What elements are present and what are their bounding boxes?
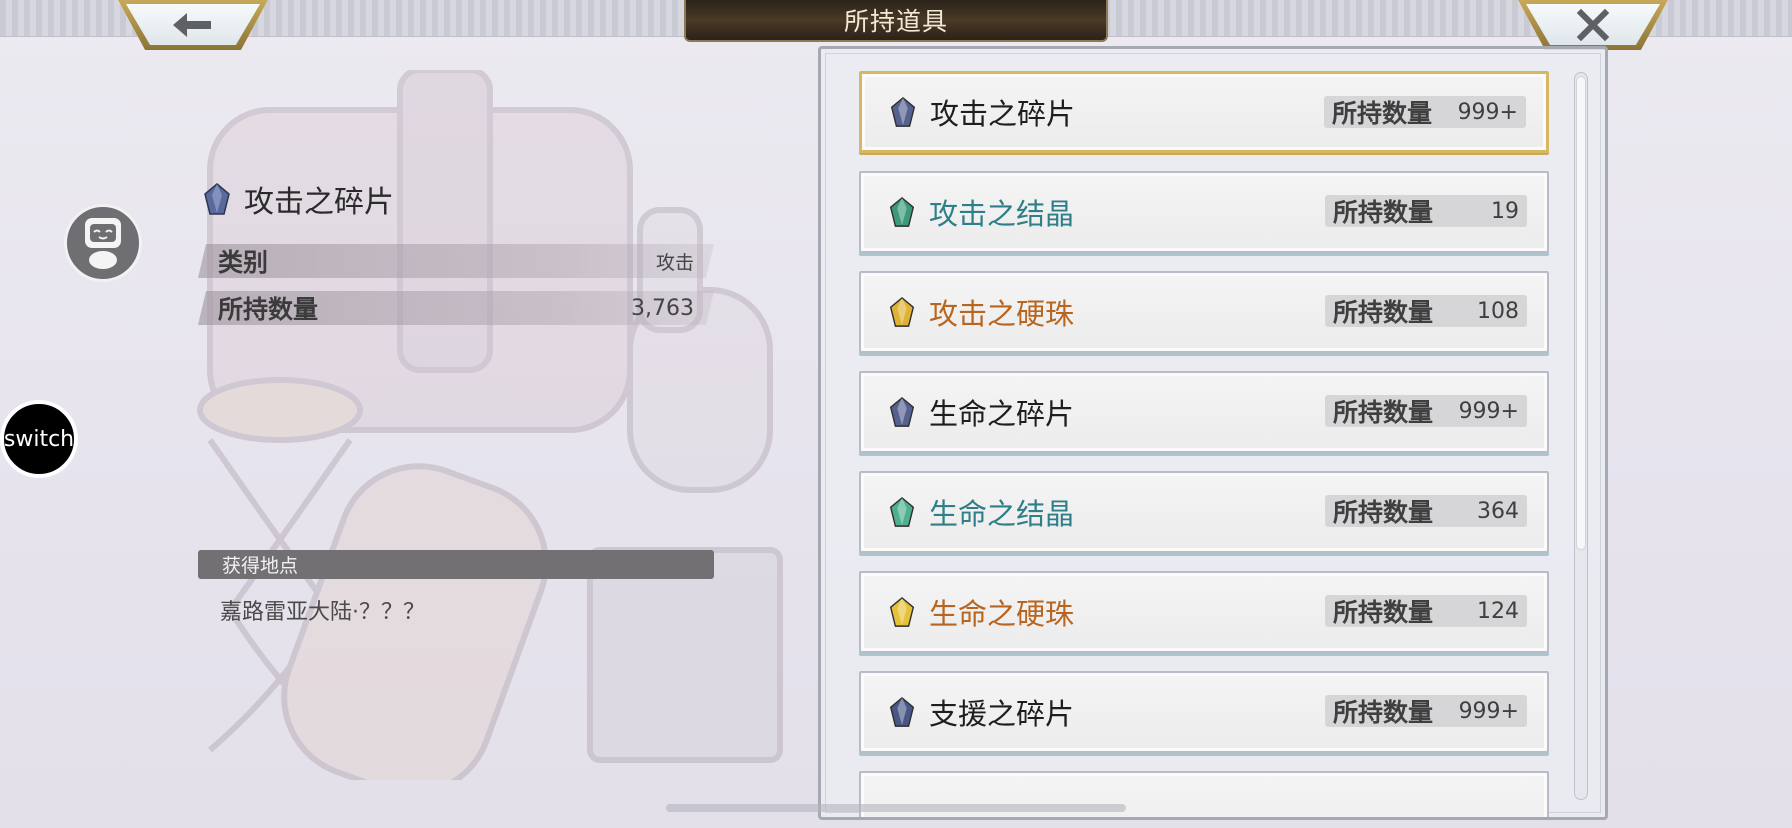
- list-scroll-thumb[interactable]: [1576, 76, 1586, 550]
- page-title: 所持道具: [684, 0, 1108, 42]
- item-quantity: 所持数量 999+: [1324, 96, 1526, 128]
- robot-face-icon: [85, 218, 121, 269]
- quantity-label: 所持数量: [1333, 298, 1434, 327]
- source-header: 获得地点: [198, 550, 714, 579]
- quantity-label: 所持数量: [1333, 198, 1434, 227]
- quantity-value: 999+: [1458, 398, 1519, 424]
- owned-count-row: 所持数量 3,763: [198, 291, 714, 325]
- quantity-value: 999+: [1458, 698, 1519, 724]
- category-row: 类别 攻击: [198, 244, 714, 278]
- quantity-label: 所持数量: [1333, 498, 1434, 527]
- home-indicator: [666, 804, 1126, 812]
- item-name: 攻击之硬珠: [929, 297, 1075, 331]
- item-quantity: 所持数量 124: [1325, 595, 1527, 627]
- source-location: 嘉路雷亚大陆·？？？: [220, 600, 425, 625]
- quantity-value: 999+: [1457, 99, 1518, 125]
- assistant-button[interactable]: [64, 204, 142, 282]
- gem-icon: [889, 596, 915, 627]
- item-name: 攻击之碎片: [930, 97, 1076, 131]
- gem-icon: [890, 96, 916, 127]
- quantity-label: 所持数量: [1333, 398, 1434, 427]
- quantity-value: 108: [1477, 298, 1519, 324]
- item-row[interactable]: 生命之硬珠 所持数量 124: [859, 571, 1549, 653]
- quantity-label: 所持数量: [1332, 99, 1433, 128]
- item-quantity: 所持数量 999+: [1325, 395, 1527, 427]
- switch-button[interactable]: switch: [0, 400, 78, 478]
- owned-count-label: 所持数量: [218, 295, 319, 324]
- item-row[interactable]: 攻击之硬珠 所持数量 108: [859, 271, 1549, 353]
- quantity-label: 所持数量: [1333, 598, 1434, 627]
- quantity-label: 所持数量: [1333, 698, 1434, 727]
- item-row[interactable]: 攻击之结晶 所持数量 19: [859, 171, 1549, 253]
- gem-icon: [204, 183, 230, 215]
- quantity-value: 19: [1491, 198, 1519, 224]
- item-row[interactable]: 生命之碎片 所持数量 999+: [859, 371, 1549, 453]
- item-name: 生命之碎片: [929, 397, 1075, 431]
- owned-count-value: 3,763: [631, 295, 694, 321]
- item-name: 生命之结晶: [929, 497, 1075, 531]
- item-detail-name: 攻击之碎片: [244, 185, 394, 220]
- category-value: 攻击: [655, 251, 694, 274]
- item-quantity: 所持数量 364: [1325, 495, 1527, 527]
- quantity-value: 364: [1477, 498, 1519, 524]
- gem-icon: [889, 696, 915, 727]
- item-row[interactable]: 攻击之碎片 所持数量 999+: [859, 71, 1549, 153]
- item-quantity: 所持数量 108: [1325, 295, 1527, 327]
- item-name: 支援之碎片: [929, 697, 1075, 731]
- quantity-value: 124: [1477, 598, 1519, 624]
- back-button[interactable]: [118, 0, 268, 50]
- category-label: 类别: [218, 248, 269, 277]
- item-quantity: 所持数量 999+: [1325, 695, 1527, 727]
- arrow-left-icon: [173, 13, 211, 37]
- close-button[interactable]: [1518, 0, 1668, 50]
- gem-icon: [889, 496, 915, 527]
- item-name: 攻击之结晶: [929, 197, 1075, 231]
- close-icon: [1576, 8, 1610, 42]
- gem-icon: [889, 196, 915, 227]
- item-list-panel: 攻击之碎片 所持数量 999+ 攻击之结晶 所持数量 19 攻击之硬珠 所持数量 108 生命之碎…: [818, 46, 1608, 820]
- gem-icon: [889, 396, 915, 427]
- item-row[interactable]: [859, 771, 1549, 817]
- item-quantity: 所持数量 19: [1325, 195, 1527, 227]
- item-name: 生命之硬珠: [929, 597, 1075, 631]
- item-row[interactable]: 生命之结晶 所持数量 364: [859, 471, 1549, 553]
- gem-icon: [889, 296, 915, 327]
- item-detail-title: 攻击之碎片: [202, 178, 394, 220]
- item-row[interactable]: 支援之碎片 所持数量 999+: [859, 671, 1549, 753]
